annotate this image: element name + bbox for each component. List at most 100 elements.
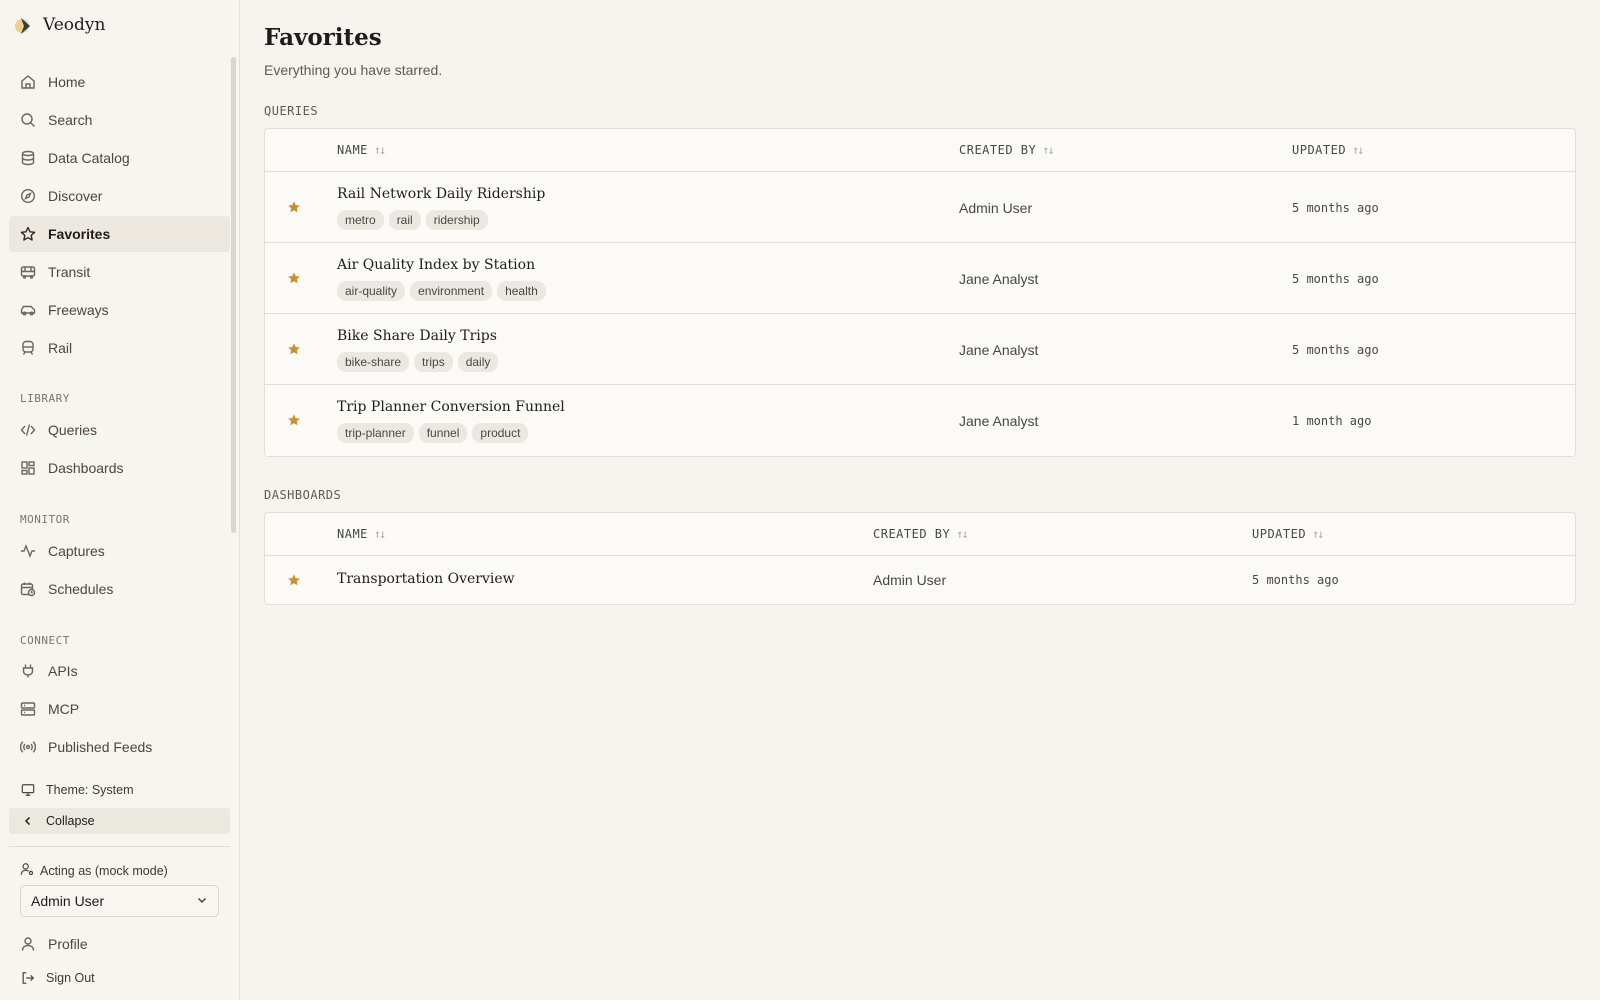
- train-icon: [20, 340, 36, 356]
- nav-transit[interactable]: Transit: [9, 254, 230, 290]
- updated-at: 5 months ago: [1292, 201, 1379, 215]
- queries-col-name[interactable]: NAME ↑↓: [337, 143, 386, 157]
- nav-mcp[interactable]: MCP: [9, 691, 230, 727]
- code-icon: [20, 422, 36, 438]
- query-row[interactable]: Rail Network Daily Ridership metro rail rid…: [265, 172, 1575, 243]
- acting-as-label: Acting as (mock mode): [20, 862, 168, 879]
- dashboards-col-name[interactable]: NAME ↑↓: [337, 527, 387, 541]
- nav-freeways[interactable]: Freeways: [9, 292, 230, 328]
- dashboards-col-name-label: NAME: [337, 527, 368, 541]
- queries-col-created-by-label: CREATED BY: [959, 143, 1037, 157]
- car-icon: [20, 302, 36, 318]
- tag-chip[interactable]: health: [497, 281, 546, 301]
- created-by: Jane Analyst: [959, 413, 1039, 429]
- sidebar-scrollbar[interactable]: [231, 57, 236, 533]
- sign-out-button[interactable]: Sign Out: [9, 965, 230, 991]
- nav-captures[interactable]: Captures: [9, 533, 230, 569]
- updated-at: 1 month ago: [1292, 414, 1372, 428]
- nav-favorites-label: Favorites: [48, 226, 111, 242]
- star-icon[interactable]: [287, 413, 301, 427]
- sort-icon: ↑↓: [373, 527, 387, 541]
- theme-toggle[interactable]: Theme: System: [9, 777, 230, 803]
- queries-col-updated-label: UPDATED: [1292, 143, 1347, 157]
- nav-discover[interactable]: Discover: [9, 178, 230, 214]
- nav-freeways-label: Freeways: [48, 302, 109, 318]
- tag-chip[interactable]: trip-planner: [337, 423, 414, 443]
- page-subtitle: Everything you have starred.: [264, 62, 443, 78]
- tag-chip[interactable]: trips: [414, 352, 453, 372]
- nav-queries[interactable]: Queries: [9, 412, 230, 448]
- nav-schedules[interactable]: Schedules: [9, 571, 230, 607]
- updated-at: 5 months ago: [1292, 343, 1379, 357]
- query-row[interactable]: Trip Planner Conversion Funnel trip-plann…: [265, 385, 1575, 456]
- star-icon[interactable]: [287, 271, 301, 285]
- dashboards-col-created-by[interactable]: CREATED BY ↑↓: [873, 527, 969, 541]
- queries-col-name-label: NAME: [337, 143, 368, 157]
- tag-chip[interactable]: product: [472, 423, 529, 443]
- nav-favorites[interactable]: Favorites: [9, 216, 230, 252]
- nav-queries-label: Queries: [48, 422, 98, 438]
- user-icon: [20, 936, 36, 952]
- dashboard-row[interactable]: Transportation Overview Admin User 5 month…: [265, 556, 1575, 604]
- user-select[interactable]: Admin User: [20, 885, 219, 917]
- query-name[interactable]: Rail Network Daily Ridership: [337, 186, 545, 202]
- dashboards-table: NAME ↑↓ CREATED BY ↑↓ UPDATED ↑↓ Transporta…: [264, 512, 1576, 605]
- star-icon[interactable]: [287, 200, 301, 214]
- activity-icon: [20, 543, 36, 559]
- queries-col-updated[interactable]: UPDATED ↑↓: [1292, 143, 1365, 157]
- nav-data-catalog[interactable]: Data Catalog: [9, 140, 230, 176]
- nav-rail[interactable]: Rail: [9, 330, 230, 366]
- tag-chip[interactable]: ridership: [425, 210, 488, 230]
- nav-captures-label: Captures: [48, 543, 105, 559]
- app-name: Veodyn: [43, 15, 106, 35]
- dashboards-table-header: NAME ↑↓ CREATED BY ↑↓ UPDATED ↑↓: [265, 513, 1575, 556]
- tag-chip[interactable]: environment: [410, 281, 493, 301]
- updated-at: 5 months ago: [1252, 573, 1339, 587]
- query-row[interactable]: Air Quality Index by Station air-quality e…: [265, 243, 1575, 314]
- nav-transit-label: Transit: [48, 264, 91, 280]
- nav-home[interactable]: Home: [9, 64, 230, 100]
- profile-label: Profile: [48, 936, 88, 952]
- tag-chip[interactable]: rail: [388, 210, 421, 230]
- query-name[interactable]: Air Quality Index by Station: [337, 257, 535, 273]
- queries-table: NAME ↑↓ CREATED BY ↑↓ UPDATED ↑↓ Rail Netwo…: [264, 128, 1576, 457]
- server-icon: [20, 701, 36, 717]
- nav-search[interactable]: Search: [9, 102, 230, 138]
- nav-published-feeds[interactable]: Published Feeds: [9, 729, 230, 765]
- nav-apis[interactable]: APIs: [9, 653, 230, 689]
- plug-icon: [20, 663, 36, 679]
- sort-icon: ↑↓: [956, 527, 969, 541]
- tag-chip[interactable]: air-quality: [337, 281, 406, 301]
- dashboard-name[interactable]: Transportation Overview: [337, 571, 515, 587]
- dashboards-col-updated-label: UPDATED: [1252, 527, 1307, 541]
- sort-icon: ↑↓: [1352, 143, 1365, 157]
- query-name[interactable]: Trip Planner Conversion Funnel: [337, 399, 565, 415]
- star-icon[interactable]: [287, 342, 301, 356]
- dashboards-col-updated[interactable]: UPDATED ↑↓: [1252, 527, 1325, 541]
- nav-rail-label: Rail: [48, 340, 73, 356]
- created-by: Admin User: [959, 200, 1033, 216]
- profile-link[interactable]: Profile: [9, 926, 230, 962]
- acting-as-text: Acting as (mock mode): [40, 863, 168, 878]
- search-icon: [20, 112, 36, 128]
- monitor-section-label: MONITOR: [20, 513, 70, 526]
- tag-chip[interactable]: funnel: [418, 423, 468, 443]
- nav-schedules-label: Schedules: [48, 581, 114, 597]
- sign-out-label: Sign Out: [46, 971, 95, 985]
- tag-chip[interactable]: daily: [457, 352, 499, 372]
- tag-chip[interactable]: metro: [337, 210, 384, 230]
- query-row[interactable]: Bike Share Daily Trips bike-share trips dai…: [265, 314, 1575, 385]
- tag-chip[interactable]: bike-share: [337, 352, 410, 372]
- tag-list: metro rail ridership: [337, 210, 488, 230]
- monitor-icon: [20, 782, 36, 798]
- brand[interactable]: Veodyn: [13, 14, 105, 36]
- star-icon[interactable]: [287, 573, 301, 587]
- created-by: Jane Analyst: [959, 271, 1039, 287]
- connect-section-label: CONNECT: [20, 634, 70, 647]
- nav-dashboards[interactable]: Dashboards: [9, 450, 230, 486]
- collapse-button[interactable]: Collapse: [9, 808, 230, 834]
- theme-label: Theme: System: [46, 783, 134, 797]
- query-name[interactable]: Bike Share Daily Trips: [337, 328, 497, 344]
- sort-icon: ↑↓: [1312, 527, 1325, 541]
- queries-col-created-by[interactable]: CREATED BY ↑↓: [959, 143, 1055, 157]
